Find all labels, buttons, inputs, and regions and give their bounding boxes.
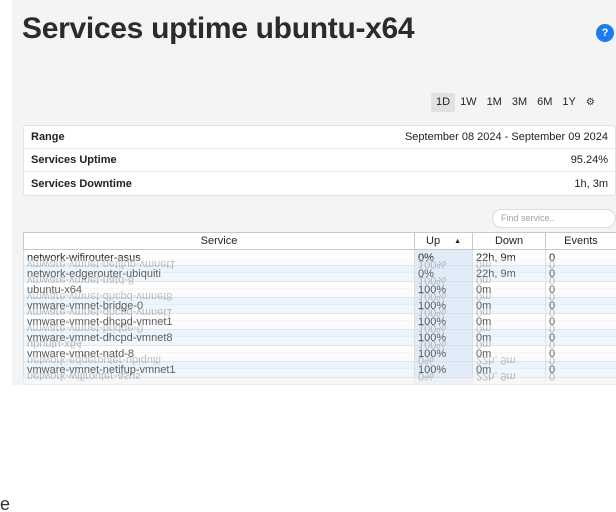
events-cell: 0 [545, 281, 616, 298]
events-cell: 0 [545, 265, 616, 282]
up-cell: 100% [414, 297, 473, 314]
down-cell: 22h, 9m [472, 249, 546, 266]
range-value: September 08 2024 - September 09 2024 [404, 131, 608, 143]
reflection-fade [0, 385, 616, 512]
table-row[interactable]: vmware-vmnet-dhcpd-vmnet8 100% 0m 0 [23, 329, 616, 346]
up-cell: 100% [414, 329, 473, 346]
uptime-value: 95.24% [570, 154, 608, 166]
table-row[interactable]: network-wifirouter-asus 0% 22h, 9m 0 [23, 249, 616, 266]
table-row[interactable]: network-edgerouter-ubiquiti 0% 22h, 9m 0 [23, 265, 616, 282]
column-header-service[interactable]: Service [23, 232, 415, 250]
service-cell: vmware-vmnet-dhcpd-vmnet1 [23, 313, 415, 330]
events-cell: 0 [545, 361, 616, 378]
table-row[interactable]: vmware-vmnet-natd-8 100% 0m 0 [23, 345, 616, 362]
service-cell: network-wifirouter-asus [23, 249, 415, 266]
events-cell: 0 [545, 249, 616, 266]
range-label: Range [31, 131, 65, 143]
downtime-value: 1h, 3m [574, 177, 608, 190]
gear-icon[interactable]: ⚙ [581, 93, 600, 112]
events-cell: 0 [545, 345, 616, 362]
up-cell: 100% [414, 281, 473, 298]
down-cell: 0m [472, 345, 546, 362]
service-cell: ubuntu-x64 [23, 281, 415, 298]
down-cell: 0m [472, 281, 546, 298]
table-row[interactable]: ubuntu-x64 100% 0m 0 [23, 281, 616, 298]
page-title: Services uptime ubuntu-x64 [22, 12, 415, 45]
column-header-events[interactable]: Events [545, 232, 616, 250]
downtime-label: Services Downtime [31, 177, 132, 190]
sort-ascending-icon: ▲ [454, 237, 461, 245]
service-cell: vmware-vmnet-natd-8 [23, 345, 415, 362]
column-header-up[interactable]: Up ▲ [414, 232, 473, 250]
range-1y-button[interactable]: 1Y [557, 93, 580, 112]
uptime-label: Services Uptime [31, 154, 117, 166]
events-cell: 0 [545, 329, 616, 346]
down-cell: 22h, 9m [472, 265, 546, 282]
column-header-down[interactable]: Down [472, 232, 546, 250]
up-cell: 100% [414, 345, 473, 362]
services-table: Service Up ▲ Down Events network-wifirout… [23, 232, 616, 378]
range-1m-button[interactable]: 1M [482, 93, 507, 112]
range-1d-button[interactable]: 1D [431, 93, 456, 112]
events-cell: 0 [545, 313, 616, 330]
table-row[interactable]: vmware-vmnet-dhcpd-vmnet1 100% 0m 0 [23, 313, 616, 330]
up-cell: 0% [414, 265, 473, 282]
table-row[interactable]: vmware-vmnet-bridge-0 100% 0m 0 [23, 297, 616, 314]
up-cell: 100% [414, 313, 473, 330]
column-header-service-label: Service [200, 235, 238, 247]
help-icon[interactable]: ? [596, 24, 614, 42]
summary-row-downtime: Services Downtime 1h, 3m [24, 172, 615, 195]
service-cell: vmware-vmnet-bridge-0 [23, 297, 415, 314]
range-1w-button[interactable]: 1W [455, 93, 482, 112]
edge-glyph: e [0, 494, 11, 512]
down-cell: 0m [472, 361, 546, 378]
service-cell: network-edgerouter-ubiquiti [23, 265, 415, 282]
column-header-up-label: Up [426, 235, 441, 247]
range-selector: 1D 1W 1M 3M 6M 1Y ⚙ [431, 93, 600, 112]
range-3m-button[interactable]: 3M [507, 93, 532, 112]
column-header-down-label: Down [494, 235, 524, 247]
events-cell: 0 [545, 297, 616, 314]
down-cell: 0m [472, 313, 546, 330]
service-cell: vmware-vmnet-netifup-vmnet1 [23, 361, 415, 378]
up-cell: 0% [414, 249, 473, 266]
column-header-events-label: Events [564, 235, 598, 247]
service-cell: vmware-vmnet-dhcpd-vmnet8 [23, 329, 415, 346]
search-input[interactable]: Find service.. [492, 209, 616, 228]
summary-card: Range September 08 2024 - September 09 2… [23, 125, 616, 196]
summary-row-uptime: Services Uptime 95.24% [24, 149, 615, 172]
table-row[interactable]: vmware-vmnet-netifup-vmnet1 100% 0m 0 [23, 361, 616, 378]
down-cell: 0m [472, 329, 546, 346]
range-6m-button[interactable]: 6M [532, 93, 557, 112]
up-cell: 100% [414, 361, 473, 378]
summary-row-range: Range September 08 2024 - September 09 2… [24, 126, 615, 149]
down-cell: 0m [472, 297, 546, 314]
